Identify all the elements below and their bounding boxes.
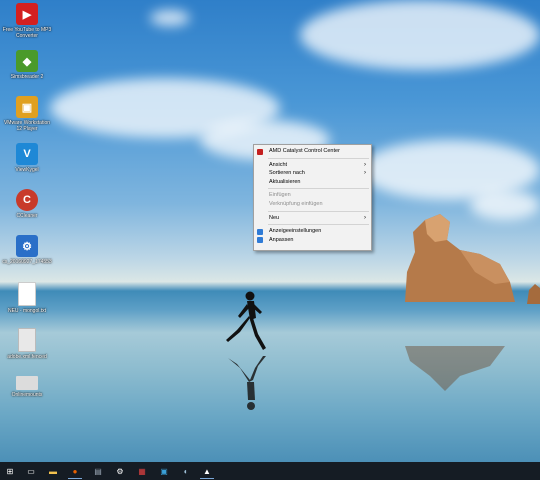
- desktop-icon-label: cs_20160927_174553: [2, 259, 52, 265]
- desktop-icon-label: Onlinemounts: [11, 392, 43, 398]
- desktop-icon-label: adobe.xml.fenced: [7, 354, 47, 360]
- menu-item-sortieren-nach[interactable]: Sortieren nach ›: [254, 169, 371, 178]
- menu-item-label: Einfügen: [269, 192, 291, 199]
- amd-icon: [257, 148, 263, 155]
- desktop-icon-document[interactable]: adobe.xml.fenced: [2, 328, 52, 360]
- desktop-icon-sims[interactable]: ◆ Simsbreader 2: [2, 50, 52, 80]
- app-icon-2[interactable]: ▦: [135, 464, 149, 478]
- desktop-icon-ccleaner[interactable]: C CCleaner: [2, 189, 52, 219]
- desktop-icon-label: ViewKygel: [15, 167, 39, 173]
- settings-icon[interactable]: ⚙: [113, 464, 127, 478]
- display-settings-icon: [257, 228, 263, 235]
- app-icon-4[interactable]: ◐: [179, 464, 193, 478]
- desktop-icon-label: VMware Workstation 12 Player: [3, 120, 51, 132]
- menu-item-verknuepfung-einfuegen: Verknüpfung einfügen: [254, 200, 371, 209]
- ccleaner-icon: C: [16, 189, 38, 211]
- menu-item-anpassen[interactable]: Anpassen: [254, 236, 371, 245]
- viewtopdf-icon: V: [16, 143, 38, 165]
- desktop-icon-label: CCleaner: [16, 213, 38, 219]
- menu-item-amd-catalyst[interactable]: AMD Catalyst Control Center: [254, 147, 371, 156]
- desktop-icon-youtube-mp3[interactable]: ▶ Free YouTube to MP3 Converter: [2, 3, 52, 39]
- menu-separator: [268, 224, 369, 226]
- wallpaper-runner: [226, 291, 266, 350]
- youtube-mp3-icon: ▶: [16, 3, 38, 25]
- menu-item-label: Anpassen: [269, 236, 294, 243]
- desktop-icon-label: NEU - mongol.txt: [7, 308, 47, 314]
- menu-item-label: Ansicht: [269, 161, 288, 168]
- wallpaper-small-rock: [527, 284, 540, 304]
- file-explorer-icon[interactable]: ▬: [46, 464, 60, 478]
- menu-item-ansicht[interactable]: Ansicht ›: [254, 161, 371, 170]
- menu-item-anzeigeeinstellungen[interactable]: Anzeigeeinstellungen: [254, 227, 371, 236]
- desktop-icon-vmware[interactable]: ▣ VMware Workstation 12 Player: [2, 96, 52, 132]
- menu-item-aktualisieren[interactable]: Aktualisieren: [254, 178, 371, 187]
- wallpaper-runner-reflection: [228, 356, 266, 410]
- menu-item-label: Aktualisieren: [269, 178, 301, 185]
- firefox-icon[interactable]: ●: [68, 464, 82, 479]
- app-icon-3[interactable]: ▣: [157, 464, 171, 478]
- desktop-icon-installer[interactable]: ⚙ cs_20160927_174553: [2, 235, 52, 265]
- submenu-arrow-icon: ›: [364, 161, 366, 168]
- wallpaper-rock: [405, 214, 515, 302]
- menu-item-neu[interactable]: Neu ›: [254, 214, 371, 223]
- menu-item-label: Neu: [269, 214, 280, 221]
- menu-separator: [268, 188, 369, 190]
- sims-icon: ◆: [16, 50, 38, 72]
- wallpaper-cloud: [150, 10, 190, 26]
- menu-separator: [268, 210, 369, 212]
- wallpaper-rock-reflection: [405, 346, 505, 391]
- desktop-icon-label: Simsbreader 2: [10, 74, 44, 80]
- document-icon: [18, 328, 36, 352]
- task-view-button[interactable]: ▭: [24, 464, 38, 478]
- menu-separator: [268, 157, 369, 159]
- vmware-icon: ▣: [16, 96, 38, 118]
- file-icon: [18, 282, 36, 306]
- desktop-icon-label: Free YouTube to MP3 Converter: [2, 27, 52, 39]
- submenu-arrow-icon: ›: [364, 214, 366, 221]
- menu-item-label: AMD Catalyst Control Center: [269, 148, 340, 154]
- photos-icon[interactable]: ▲: [200, 464, 214, 479]
- menu-item-label: Sortieren nach: [269, 170, 305, 177]
- desktop-icon-file[interactable]: NEU - mongol.txt: [2, 282, 52, 314]
- app-icon-1[interactable]: ▤: [91, 464, 105, 478]
- submenu-arrow-icon: ›: [364, 170, 366, 177]
- desktop-icon-viewtopdf[interactable]: V ViewKygel: [2, 143, 52, 173]
- desktop-context-menu: AMD Catalyst Control Center Ansicht › So…: [253, 144, 372, 251]
- personalize-icon: [257, 237, 263, 244]
- folder-icon: [16, 376, 38, 390]
- start-button[interactable]: ⊞: [3, 464, 17, 478]
- menu-item-einfuegen: Einfügen: [254, 191, 371, 200]
- wallpaper-cloud: [300, 0, 540, 70]
- menu-item-label: Verknüpfung einfügen: [269, 200, 323, 207]
- menu-item-label: Anzeigeeinstellungen: [269, 228, 322, 235]
- installer-icon: ⚙: [16, 235, 38, 257]
- taskbar: ⊞ ▭ ▬ ● ▤ ⚙ ▦ ▣ ◐ ▲: [0, 462, 540, 480]
- desktop-icon-folder[interactable]: Onlinemounts: [2, 376, 52, 398]
